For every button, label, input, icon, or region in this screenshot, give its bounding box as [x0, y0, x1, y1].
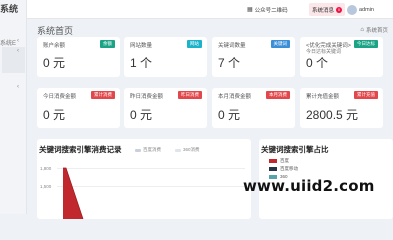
- card-tag: 今日达标: [354, 40, 378, 48]
- user-name: admin: [359, 6, 374, 13]
- card-tag: 昨日消费: [178, 91, 202, 99]
- qr-code-icon: ▦: [247, 7, 253, 13]
- home-icon[interactable]: ⌂: [360, 27, 364, 33]
- stat-card-keywords: 关键词数量 关键词 7 个: [212, 37, 295, 77]
- legend-swatch: [269, 167, 277, 171]
- card-tag: 网站: [187, 40, 202, 48]
- watermark: www.uiid2.com: [243, 177, 375, 195]
- sidebar-menu-item[interactable]: 系统E: [0, 38, 16, 47]
- stat-card-balance: 账户余额 余额 0 元: [37, 37, 120, 77]
- user-menu[interactable]: admin: [347, 3, 374, 16]
- card-value: 0 元: [130, 108, 153, 122]
- card-label: 账户余额: [43, 43, 66, 49]
- chevron-left-icon[interactable]: ‹: [17, 38, 24, 45]
- panel-title: 关键词搜索引擎占比: [261, 145, 329, 154]
- card-tag: 本月消费: [266, 91, 290, 99]
- card-value: 0 元: [43, 56, 66, 70]
- breadcrumb-current[interactable]: 系统首页: [366, 26, 388, 34]
- stat-card-sites: 网站数量 网站 1 个: [124, 37, 207, 77]
- message-count-badge: 0: [336, 6, 343, 13]
- stat-card-month-spend: 本月消费金额 本月消费 0 元: [212, 88, 295, 128]
- sidebar-brand: 系统: [0, 4, 19, 14]
- card-value: 7 个: [218, 56, 241, 70]
- sidebar: 系统 系统E ‹ ‹ ‹: [0, 0, 27, 214]
- series-area: [63, 168, 83, 219]
- card-tag: 累计消费: [91, 91, 115, 99]
- card-value: 0 个: [306, 56, 329, 70]
- card-label: 累计充值金额: [306, 94, 340, 100]
- card-label: 关键词数量: [218, 43, 246, 49]
- system-messages-button[interactable]: 系统消息 0: [309, 3, 346, 16]
- chevron-left-icon[interactable]: ‹: [17, 84, 24, 91]
- chevron-left-icon[interactable]: ‹: [17, 48, 24, 55]
- stat-card-today-achieved: <优化完成关键词> 今日达标关键词 今日达标 0 个: [300, 37, 383, 77]
- breadcrumb: ⌂ 系统首页: [360, 26, 388, 34]
- card-label: 今日消费金额: [43, 94, 77, 100]
- card-value: 0 元: [218, 108, 241, 122]
- top-header: ▦ 公众号二维码 系统消息 0 admin: [27, 0, 393, 19]
- card-value: 1 个: [130, 56, 153, 70]
- card-value: 0 元: [43, 108, 66, 122]
- legend-swatch: [269, 159, 277, 163]
- avatar: [347, 4, 357, 15]
- card-tag: 累计充值: [354, 91, 378, 99]
- legend-label: 百度: [280, 158, 289, 163]
- chart-area: [63, 167, 84, 219]
- card-value: 2800.5 元: [306, 108, 359, 122]
- qr-code-button[interactable]: ▦ 公众号二维码: [247, 3, 288, 16]
- stat-card-yesterday-spend: 昨日消费金额 昨日消费 0 元: [124, 88, 207, 128]
- qr-code-label: 公众号二维码: [254, 7, 288, 14]
- card-label: 昨日消费金额: [130, 94, 164, 100]
- card-label: 本月消费金额: [218, 94, 252, 100]
- card-tag: 关键词: [270, 40, 290, 48]
- page-title: 系统首页: [37, 26, 74, 36]
- messages-label: 系统消息: [312, 7, 335, 14]
- legend-item[interactable]: 百度: [269, 158, 289, 164]
- card-tag: 余额: [100, 40, 115, 48]
- stat-card-total-recharge: 累计充值金额 累计充值 2800.5 元: [300, 88, 383, 128]
- card-label: 网站数量: [130, 43, 153, 49]
- consumption-chart-panel: 关键词搜索引擎消费记录 百度消费 360消费 1,800 1,500: [37, 139, 251, 219]
- stat-card-today-spend: 今日消费金额 累计消费 0 元: [37, 88, 120, 128]
- legend-item[interactable]: 百度移动: [269, 166, 298, 172]
- legend-label: 百度移动: [280, 166, 298, 171]
